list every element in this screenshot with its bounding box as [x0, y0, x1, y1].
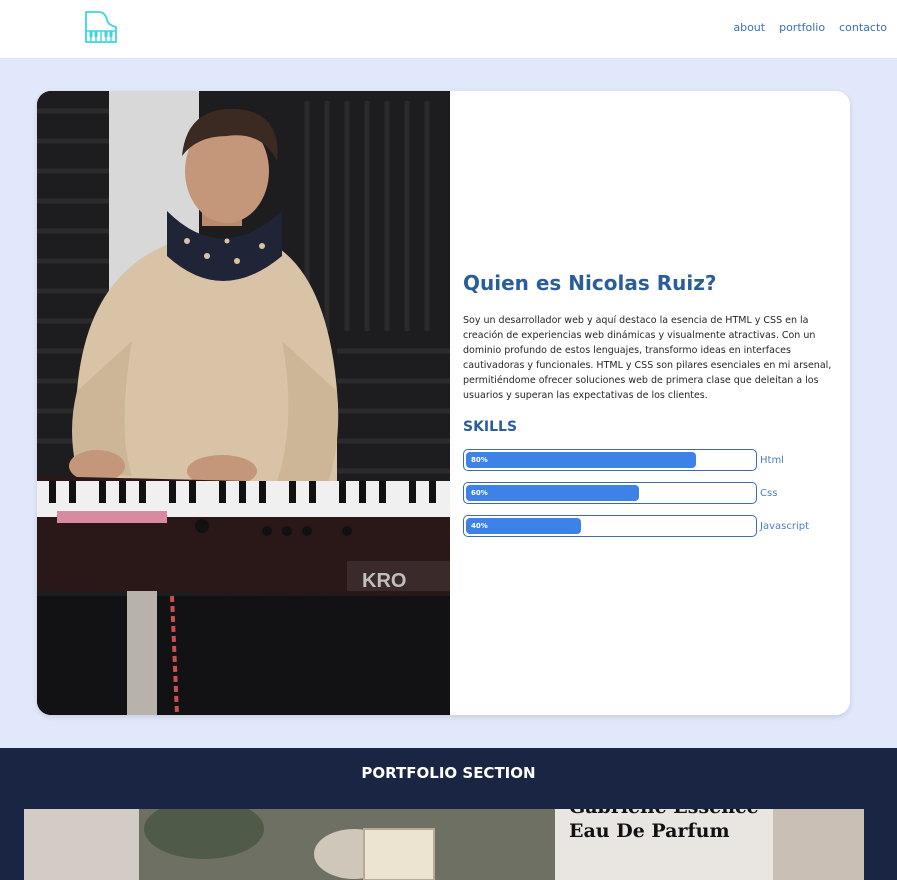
skills-title: SKILLS	[463, 419, 518, 435]
about-description: Soy un desarrollador web y aquí destaco …	[463, 315, 832, 401]
skill-javascript: 40% Javascript	[463, 515, 833, 537]
about-content: Quien es Nicolas Ruiz? Soy un desarrolla…	[463, 271, 833, 548]
main-nav: about portfolio contacto	[733, 21, 887, 34]
skill-progress-track: 80%	[463, 449, 757, 471]
skill-html: 80% Html	[463, 449, 833, 471]
skill-css: 60% Css	[463, 482, 833, 504]
nav-link-portfolio[interactable]: portfolio	[779, 21, 825, 34]
skill-progress-track: 60%	[463, 482, 757, 504]
perfume-line-2: Eau De Parfum	[569, 820, 730, 842]
nav-link-about[interactable]: about	[733, 21, 765, 34]
site-header: about portfolio contacto	[0, 0, 897, 58]
portfolio-image[interactable]: Gabrielle Essence Eau De Parfum	[24, 809, 864, 880]
skill-progress-bar: 40%	[466, 518, 582, 534]
skill-label: Css	[760, 487, 778, 499]
perfume-caption: Gabrielle Essence Eau De Parfum	[569, 809, 759, 843]
skill-label: Javascript	[760, 520, 809, 532]
perfume-line-1: Gabrielle Essence	[569, 809, 759, 819]
piano-icon[interactable]	[84, 10, 119, 44]
pianist-photo: KRO	[37, 91, 450, 715]
portfolio-title: PORTFOLIO SECTION	[361, 764, 536, 782]
skill-progress-bar: 60%	[466, 485, 639, 501]
skill-progress-track: 40%	[463, 515, 757, 537]
skill-progress-bar: 80%	[466, 452, 697, 468]
about-title: Quien es Nicolas Ruiz?	[463, 271, 717, 295]
nav-link-contacto[interactable]: contacto	[839, 21, 887, 34]
skill-label: Html	[760, 454, 784, 466]
about-card: KRO Quien es Nicolas Ruiz? Soy un desarr…	[37, 91, 850, 715]
svg-text:KRO: KRO	[362, 570, 406, 592]
portfolio-section: PORTFOLIO SECTION Gabrielle Essence Eau …	[0, 748, 897, 880]
